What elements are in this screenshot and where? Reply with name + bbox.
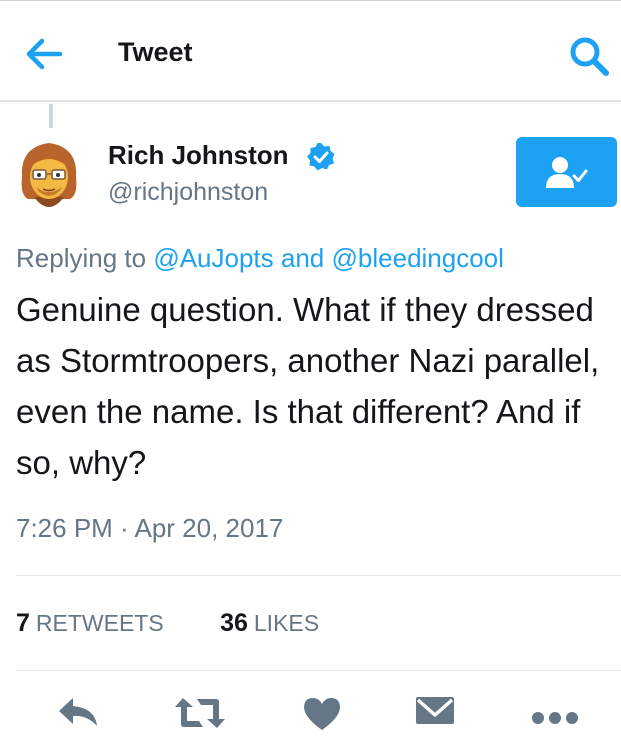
avatar[interactable] — [14, 137, 84, 212]
reply-button[interactable] — [56, 696, 100, 736]
retweets-label: RETWEETS — [35, 610, 164, 636]
likes-label: LIKES — [253, 610, 320, 636]
tweet-text: Genuine question. What if they dressed a… — [16, 291, 600, 481]
divider — [16, 670, 621, 671]
direct-message-button[interactable] — [415, 696, 455, 736]
page-title: Tweet — [118, 37, 193, 67]
likes-stat[interactable]: 36 LIKES — [220, 609, 319, 638]
dm-icon — [416, 697, 454, 724]
app-header: Tweet — [0, 0, 621, 102]
tweet-timestamp: 7:26 PM · Apr 20, 2017 — [16, 513, 284, 543]
thread-connector-line — [49, 104, 53, 128]
following-button[interactable] — [516, 137, 617, 207]
search-button[interactable] — [568, 35, 612, 79]
author-handle[interactable]: @richjohnston — [108, 178, 268, 207]
divider — [16, 575, 621, 576]
user-check-icon — [545, 157, 587, 188]
arrow-left-icon — [26, 38, 63, 70]
retweet-icon — [175, 698, 225, 728]
more-icon — [532, 712, 578, 724]
reply-icon — [59, 698, 97, 726]
mention-link-bleedingcool[interactable]: @bleedingcool — [332, 243, 504, 273]
more-options-button[interactable] — [530, 696, 580, 736]
mention-link-aujopts[interactable]: @AuJopts — [153, 243, 273, 273]
retweets-count: 7 — [16, 609, 30, 637]
replying-to-prefix: Replying to — [16, 243, 147, 273]
like-button[interactable] — [302, 696, 342, 736]
likes-count: 36 — [220, 609, 248, 637]
replying-to-line: Replying to @AuJopts and @bleedingcool — [16, 243, 504, 274]
back-button[interactable] — [24, 37, 64, 71]
replying-to-connector: and — [280, 243, 325, 273]
retweet-button[interactable] — [173, 696, 227, 736]
bitmoji-avatar-icon — [14, 137, 84, 212]
verified-badge-icon — [306, 142, 336, 172]
author-name[interactable]: Rich Johnston — [108, 140, 289, 171]
search-icon — [570, 37, 609, 76]
tweet-stats: 7 RETWEETS 36 LIKES — [16, 609, 319, 638]
retweets-stat[interactable]: 7 RETWEETS — [16, 609, 164, 638]
like-icon — [304, 698, 340, 730]
